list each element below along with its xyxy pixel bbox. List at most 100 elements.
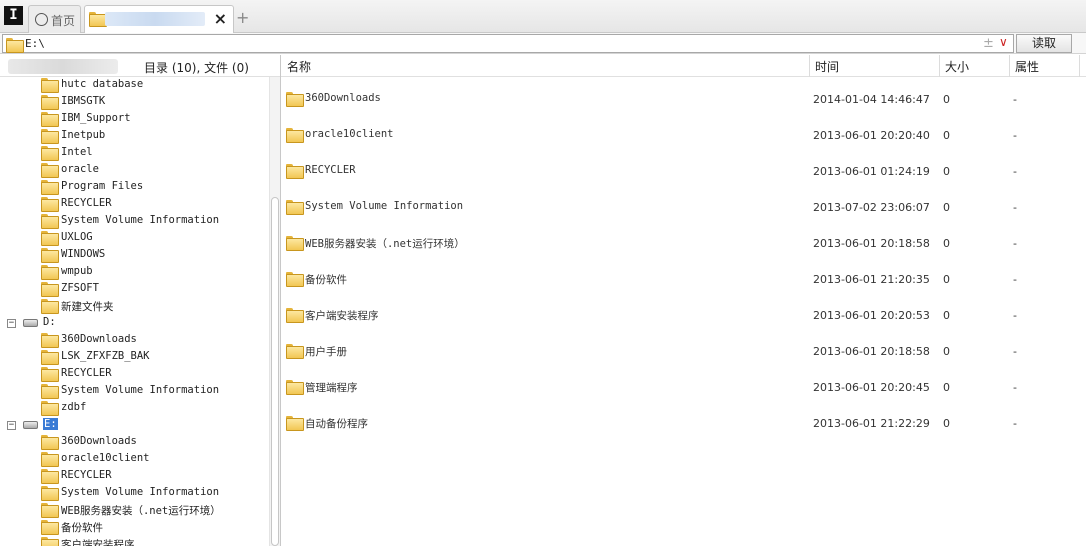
new-tab-button[interactable]: + — [236, 8, 249, 27]
scrollbar-thumb[interactable] — [271, 197, 279, 546]
tree-folder-label: 备份软件 — [61, 522, 103, 534]
tree-folder-label: oracle10client — [61, 452, 150, 464]
file-row[interactable]: WEB服务器安装（.net运行环境） 2013-06-01 20:18:58 0 - — [281, 223, 1081, 259]
tree-folder-label: wmpub — [61, 265, 93, 277]
file-row[interactable]: oracle10client 2013-06-01 20:20:40 0 - — [281, 115, 1081, 151]
column-size[interactable]: 大小 — [945, 58, 969, 75]
folder-icon — [41, 333, 59, 348]
expand-icon[interactable]: ± — [983, 36, 994, 51]
file-name: oracle10client — [305, 128, 394, 140]
column-divider[interactable] — [1079, 55, 1080, 77]
file-attr: - — [1013, 417, 1017, 430]
folder-tree-panel: 目录 (10), 文件 (0) hutc database IBMSGTK IBM_… — [0, 55, 281, 546]
tree-folder-label: RECYCLER — [61, 367, 112, 379]
tree-folder-label: zdbf — [61, 401, 87, 413]
folder-icon — [286, 164, 304, 179]
folder-icon — [286, 344, 304, 359]
file-row[interactable]: 客户端安装程序 2013-06-01 20:20:53 0 - — [281, 295, 1081, 331]
tree-folder-label: System Volume Information — [61, 214, 220, 226]
drive-icon — [23, 319, 38, 327]
file-size: 0 — [943, 381, 950, 394]
tree-folder-label: System Volume Information — [61, 384, 220, 396]
chevron-down-icon[interactable]: ∨ — [999, 35, 1008, 49]
file-name: 用户手册 — [305, 346, 347, 358]
file-row[interactable]: 管理端程序 2013-06-01 20:20:45 0 - — [281, 367, 1081, 403]
file-row[interactable]: 自动备份程序 2013-06-01 21:22:29 0 - — [281, 403, 1081, 439]
folder-icon — [286, 128, 304, 143]
folder-icon — [41, 282, 59, 297]
collapse-icon[interactable]: − — [7, 421, 16, 430]
file-size: 0 — [943, 237, 950, 250]
app-logo-icon[interactable]: I — [4, 6, 23, 25]
tree-folder-label: WINDOWS — [61, 248, 106, 260]
folder-icon — [41, 469, 59, 484]
file-size: 0 — [943, 273, 950, 286]
file-row[interactable]: 备份软件 2013-06-01 21:20:35 0 - — [281, 259, 1081, 295]
column-time[interactable]: 时间 — [815, 58, 839, 75]
column-name[interactable]: 名称 — [287, 58, 311, 75]
tree-folder-label: Inetpub — [61, 129, 106, 141]
file-attr: - — [1013, 93, 1017, 106]
tree-folder-label: RECYCLER — [61, 469, 112, 481]
folder-icon — [41, 265, 59, 280]
folder-icon — [41, 197, 59, 212]
file-row[interactable]: 用户手册 2013-06-01 20:18:58 0 - — [281, 331, 1081, 367]
tab-current[interactable]: × — [84, 5, 234, 33]
file-name: 备份软件 — [305, 274, 347, 286]
folder-icon — [286, 272, 304, 287]
folder-icon — [41, 78, 59, 93]
file-name: 客户端安装程序 — [305, 310, 379, 322]
file-size: 0 — [943, 345, 950, 358]
drive-icon — [23, 421, 38, 429]
file-name: RECYCLER — [305, 164, 356, 176]
folder-icon — [41, 520, 59, 535]
tab-close-button[interactable]: × — [214, 9, 227, 28]
file-attr: - — [1013, 237, 1017, 250]
file-attr: - — [1013, 201, 1017, 214]
tree-scrollbar[interactable] — [269, 77, 280, 546]
folder-icon — [41, 95, 59, 110]
file-size: 0 — [943, 165, 950, 178]
folder-icon — [286, 236, 304, 251]
read-button[interactable]: 读取 — [1016, 34, 1072, 53]
collapse-icon[interactable]: − — [7, 319, 16, 328]
tree-drive-label: D: — [43, 316, 56, 328]
tree-header-blurred — [8, 59, 118, 74]
file-row[interactable]: System Volume Information 2013-07-02 23:0… — [281, 187, 1081, 223]
tab-home[interactable]: 首页 — [28, 5, 81, 33]
address-input[interactable]: E:\ ± ∨ — [2, 34, 1014, 53]
file-size: 0 — [943, 309, 950, 322]
file-list-panel: 名称 时间 大小 属性 360Downloads 2014-01-04 14:46… — [281, 55, 1086, 546]
column-attr[interactable]: 属性 — [1015, 58, 1039, 75]
column-divider[interactable] — [809, 55, 810, 77]
file-row[interactable]: RECYCLER 2013-06-01 01:24:19 0 - — [281, 151, 1081, 187]
tree-folder-label: oracle — [61, 163, 99, 175]
folder-icon — [286, 380, 304, 395]
file-time: 2013-07-02 23:06:07 — [813, 201, 930, 214]
file-attr: - — [1013, 345, 1017, 358]
folder-icon — [41, 129, 59, 144]
column-divider[interactable] — [1009, 55, 1010, 77]
tree-folder-label: ZFSOFT — [61, 282, 99, 294]
tree-folder-label: 客户端安装程序 — [61, 539, 135, 546]
file-row[interactable]: 360Downloads 2014-01-04 14:46:47 0 - — [281, 79, 1081, 115]
folder-icon — [41, 435, 59, 450]
file-name: 管理端程序 — [305, 382, 358, 394]
tree-header: 目录 (10), 文件 (0) — [0, 55, 280, 77]
tree-drive-label: E: — [43, 418, 58, 430]
tree-folder-label: IBM_Support — [61, 112, 131, 124]
tab-bar: I 首页 × + — [0, 0, 1086, 33]
tree-folder-label: 新建文件夹 — [61, 301, 114, 313]
tree-folder-label: Program Files — [61, 180, 144, 192]
folder-icon — [286, 92, 304, 107]
address-bar: E:\ ± ∨ 读取 — [0, 33, 1086, 54]
column-divider[interactable] — [939, 55, 940, 77]
folder-icon — [41, 112, 59, 127]
file-time: 2013-06-01 20:18:58 — [813, 345, 930, 358]
tree-folder-label: hutc database — [61, 78, 144, 90]
folder-icon — [6, 38, 24, 53]
folder-icon — [41, 367, 59, 382]
tab-home-label: 首页 — [51, 14, 76, 28]
tree-folder-label: RECYCLER — [61, 197, 112, 209]
file-time: 2013-06-01 01:24:19 — [813, 165, 930, 178]
